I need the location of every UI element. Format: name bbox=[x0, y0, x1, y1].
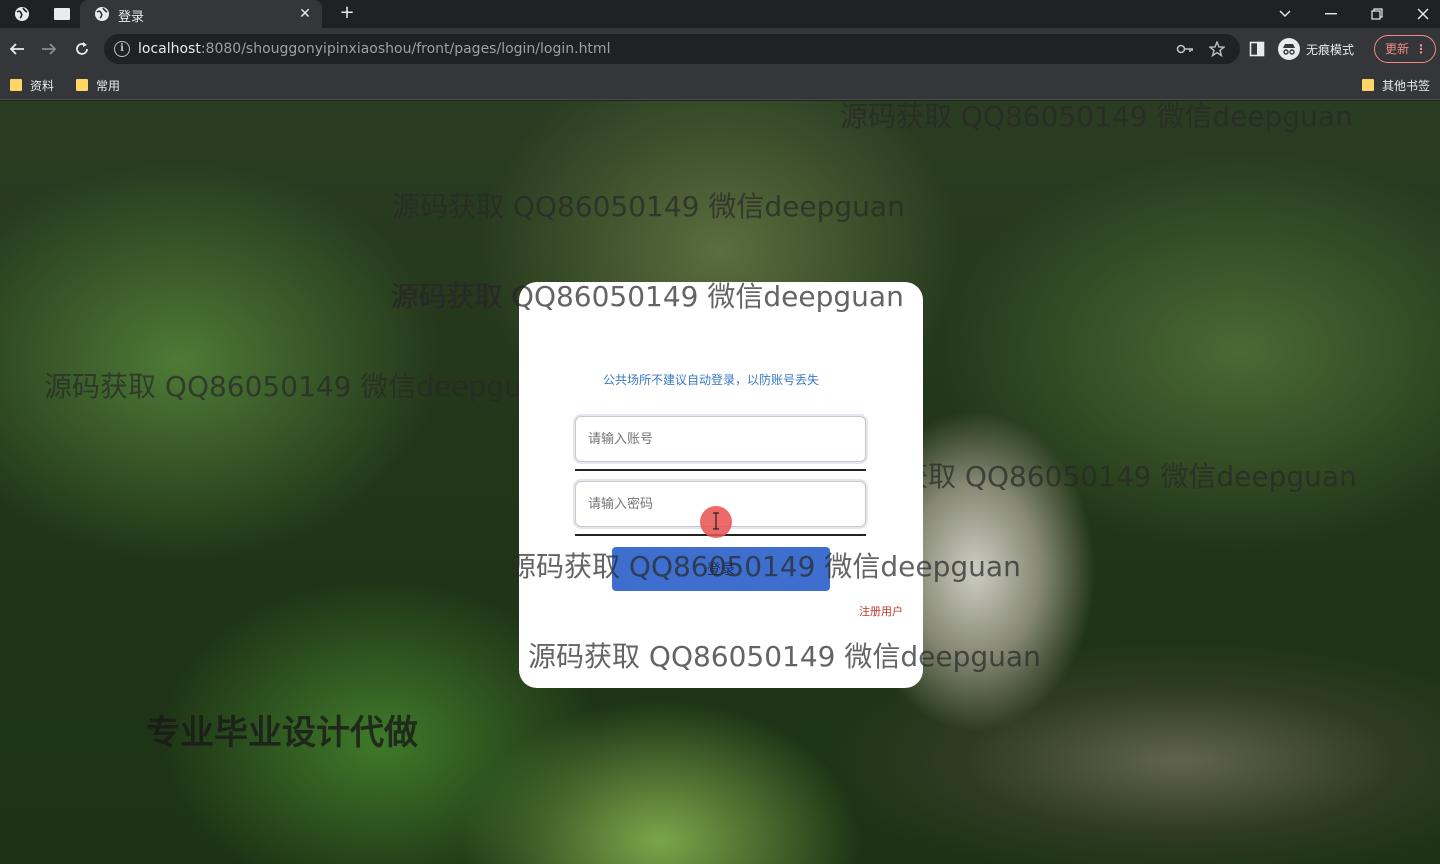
globe-icon[interactable] bbox=[12, 4, 32, 24]
chevron-down-icon[interactable] bbox=[1262, 0, 1308, 28]
watermark: 源码获取 QQ86050149 微信deepguan bbox=[840, 101, 1353, 133]
window-icon[interactable] bbox=[52, 4, 72, 24]
bookmark-folder-changyong[interactable]: 常用 bbox=[76, 75, 120, 95]
watermark: 源码获取 QQ86050149 微信deepguan bbox=[392, 190, 905, 223]
url-text[interactable]: localhost:8080/shouggonyipinxiaoshou/fro… bbox=[138, 41, 610, 57]
incognito-icon bbox=[1278, 38, 1300, 60]
tab-title: 登录 bbox=[118, 10, 145, 25]
browser-toolbar: i localhost:8080/shouggonyipinxiaoshou/f… bbox=[0, 28, 1440, 70]
close-icon[interactable]: ✕ bbox=[296, 5, 314, 23]
watermark: 源码获取 QQ86050149 微信deepguan bbox=[391, 280, 904, 313]
reload-icon[interactable] bbox=[69, 36, 95, 62]
register-link[interactable]: 注册用户 bbox=[859, 603, 903, 619]
back-arrow-icon[interactable] bbox=[4, 36, 30, 62]
login-card: 公共场所不建议自动登录，以防账号丢失 登录 注册用户 bbox=[519, 282, 923, 688]
watermark: 源码获取 QQ86050149 微信deepguan bbox=[528, 640, 1041, 673]
star-icon[interactable] bbox=[1208, 40, 1226, 58]
more-vert-icon[interactable]: ⋮ bbox=[1415, 36, 1427, 62]
watermark: 源码获取 QQ86050149 微信deepguan bbox=[44, 370, 557, 403]
bookmark-label: 资料 bbox=[30, 78, 55, 93]
tab-strip: 登录 ✕ + bbox=[0, 0, 1440, 28]
watermark: 源码获取 QQ86050149 微信deepguan bbox=[508, 550, 1021, 583]
update-label: 更新 bbox=[1385, 42, 1410, 56]
address-bar[interactable]: i localhost:8080/shouggonyipinxiaoshou/f… bbox=[104, 34, 1240, 64]
side-panel-icon[interactable] bbox=[1249, 41, 1265, 57]
login-page: 源码获取 QQ86050149 微信deepguan 源码获取 QQ860501… bbox=[0, 101, 1440, 864]
text-cursor-icon bbox=[713, 512, 719, 530]
login-tip: 公共场所不建议自动登录，以防账号丢失 bbox=[603, 373, 820, 387]
other-bookmarks-folder[interactable]: 其他书签 bbox=[1362, 75, 1430, 95]
watermark-banner: 专业毕业设计代做 bbox=[146, 713, 418, 753]
key-icon[interactable] bbox=[1176, 40, 1194, 58]
bookmark-label: 常用 bbox=[96, 78, 121, 93]
site-info-icon[interactable]: i bbox=[114, 41, 130, 57]
new-tab-button[interactable]: + bbox=[336, 2, 358, 24]
restore-button[interactable] bbox=[1354, 0, 1400, 28]
close-window-button[interactable] bbox=[1400, 0, 1440, 28]
update-button[interactable]: 更新 ⋮ bbox=[1374, 35, 1436, 63]
incognito-indicator[interactable]: 无痕模式 bbox=[1278, 37, 1354, 61]
minimize-button[interactable] bbox=[1308, 0, 1354, 28]
bookmark-folder-ziliao[interactable]: 资料 bbox=[10, 75, 54, 95]
tab-login[interactable]: 登录 ✕ bbox=[80, 0, 322, 28]
divider bbox=[575, 469, 866, 471]
folder-icon bbox=[10, 79, 22, 91]
bookmarks-bar: 资料 常用 其他书签 bbox=[0, 70, 1440, 100]
folder-icon bbox=[76, 79, 88, 91]
folder-icon bbox=[1362, 79, 1374, 91]
incognito-label: 无痕模式 bbox=[1306, 42, 1355, 57]
forward-arrow-icon[interactable] bbox=[36, 36, 62, 62]
globe-icon bbox=[94, 6, 110, 22]
username-input[interactable] bbox=[575, 416, 866, 462]
other-bookmarks-label: 其他书签 bbox=[1382, 78, 1431, 93]
